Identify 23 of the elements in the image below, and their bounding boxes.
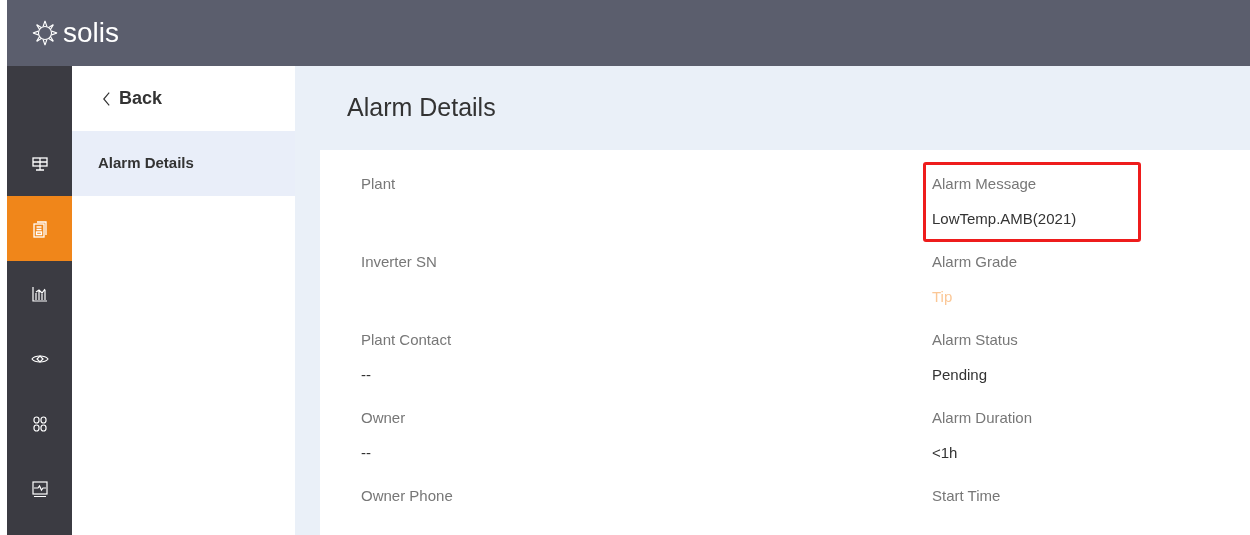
- field-value: Tip: [932, 286, 954, 307]
- field-value: Pending: [932, 364, 989, 385]
- field-label: Plant: [361, 174, 397, 194]
- field-label: Alarm Status: [932, 330, 1019, 350]
- field-label: Owner Phone: [361, 486, 454, 506]
- field-value: --: [361, 364, 372, 385]
- field-label: Start Time: [932, 486, 1002, 506]
- field-label: Inverter SN: [361, 252, 438, 272]
- chevron-left-icon: [102, 90, 111, 107]
- field-label: Owner: [361, 408, 407, 428]
- page-title: Alarm Details: [347, 92, 496, 124]
- field-label: Alarm Message: [932, 174, 1038, 194]
- field-label: Alarm Duration: [932, 408, 1034, 428]
- back-button[interactable]: Back: [72, 66, 295, 131]
- monitor-icon: [29, 478, 50, 499]
- brand-name: solis: [63, 19, 119, 47]
- sidebar-item[interactable]: Alarm Details: [72, 131, 295, 196]
- field-value: LowTemp.AMB(2021): [932, 208, 1078, 229]
- field-value: --: [361, 442, 372, 463]
- field-label: Plant Contact: [361, 330, 453, 350]
- field-value: <1h: [932, 442, 959, 463]
- field-label: Alarm Grade: [932, 252, 1019, 272]
- sun-logo-icon: [31, 19, 59, 47]
